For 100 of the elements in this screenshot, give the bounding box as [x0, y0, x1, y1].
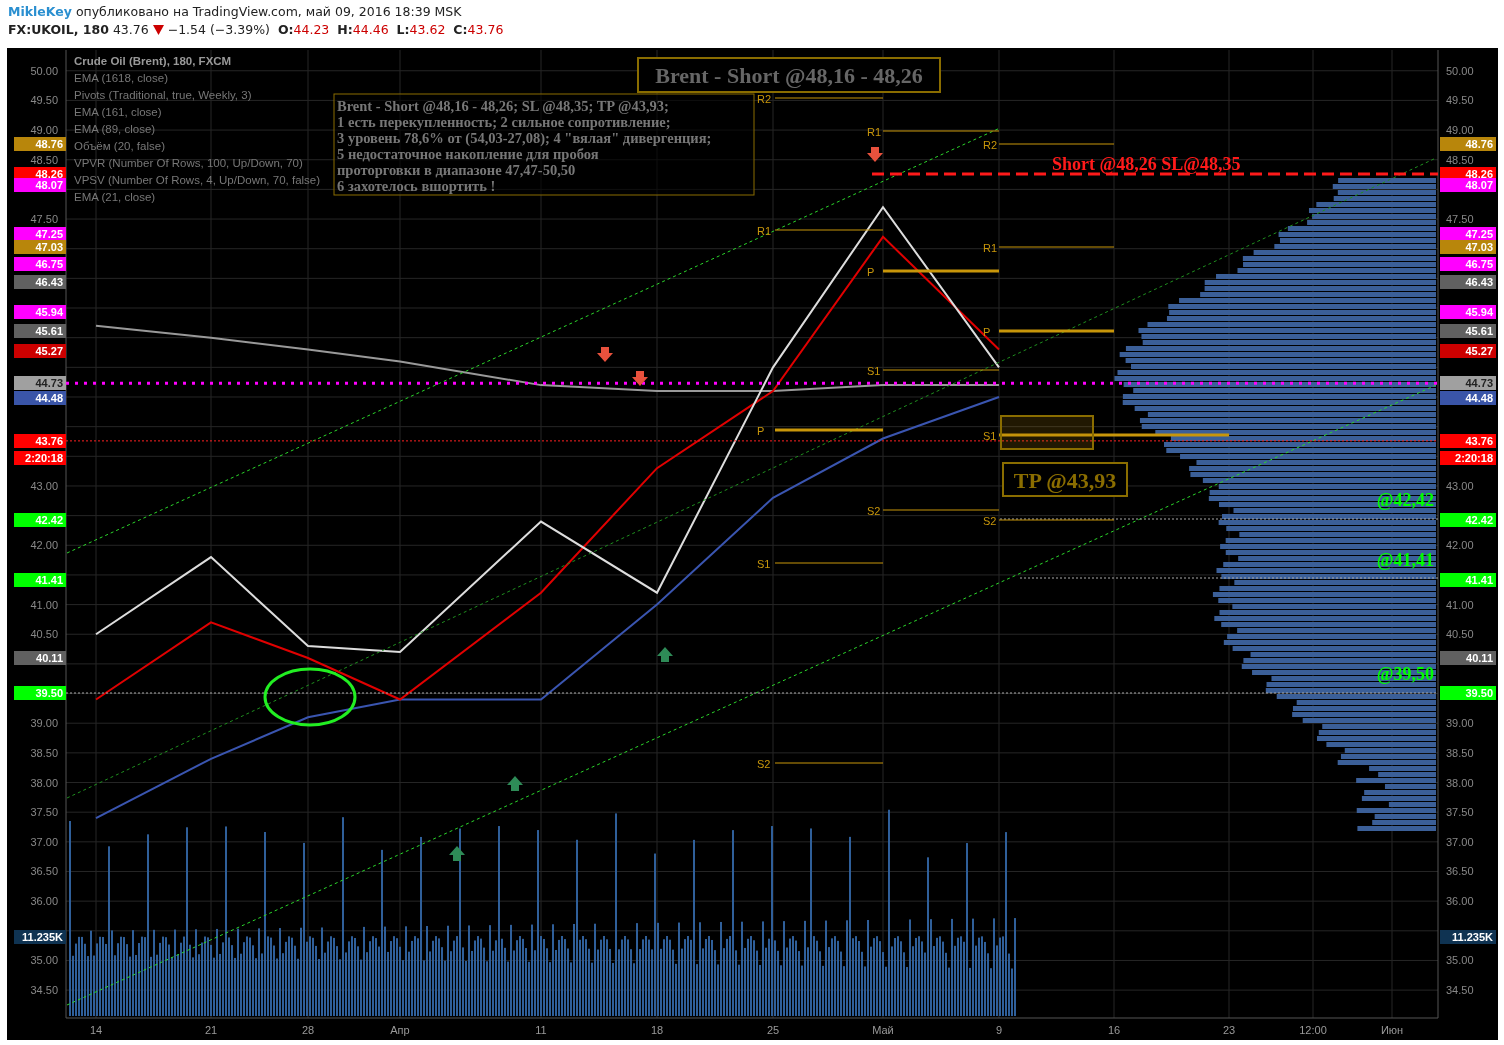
up-arrow-icon — [657, 647, 673, 662]
price-tag: 42.42 — [1440, 513, 1496, 527]
price-tag: 47.03 — [1440, 240, 1496, 254]
price-tag: 47.03 — [14, 240, 66, 254]
symbol-label: FX:UKOIL, 180 — [8, 21, 109, 39]
price-tag: 45.94 — [1440, 305, 1496, 319]
axis-tick-label: 40.50 — [1446, 628, 1474, 641]
axis-date-label: 9 — [995, 1024, 1003, 1036]
price-tag: 44.48 — [14, 391, 66, 405]
axis-tick-label: 43.00 — [30, 479, 58, 492]
down-arrow-icon — [632, 371, 648, 386]
axis-tick-label: 39.00 — [30, 717, 58, 730]
axis-tick-label: 48.50 — [1446, 153, 1474, 166]
axis-date-label: Май — [872, 1024, 894, 1036]
axis-tick-label: 37.00 — [30, 835, 58, 848]
price-tag: 45.61 — [14, 324, 66, 338]
published-text: опубликовано на TradingView.com, май 09, 2016 18:39 MSK — [75, 3, 462, 21]
pivot-label: R2 — [983, 139, 998, 151]
price-tag: 2:20:18 — [1440, 451, 1496, 465]
ohlc-value: C:43.76 — [453, 21, 504, 39]
axis-tick-label: 35.00 — [1446, 954, 1474, 967]
axis-tick-label: 35.00 — [30, 954, 58, 967]
price-tag: 11.235K — [1440, 930, 1496, 944]
axis-date-label: 23 — [1222, 1024, 1236, 1036]
ohlc-value: H:44.46 — [337, 21, 389, 39]
price-tag: 44.73 — [1440, 376, 1496, 390]
price-tag: 11.235K — [14, 930, 66, 944]
price-tag: 48.07 — [14, 178, 66, 192]
price-tag: 48.76 — [14, 137, 66, 151]
price-tag: 45.27 — [1440, 344, 1496, 358]
price-tag: 44.73 — [14, 376, 66, 390]
price-tag: 42.42 — [14, 513, 66, 527]
axis-tick-label: 36.50 — [30, 865, 58, 878]
axis-tick-label: 50.00 — [30, 64, 58, 77]
axis-tick-label: 37.00 — [1446, 835, 1474, 848]
axis-tick-label: 34.50 — [1446, 984, 1474, 997]
axis-tick-label: 48.50 — [30, 153, 58, 166]
note-annotation: Brent - Short @48,16 - 48,26; SL @48,35; TP @43,93; 1 есть перекупленность; 2 сильное сопротивление; 3 уровень 78,6% от (54,03-27,08); 4 "вялая" дивергенция; 5 недостаточное накопление для пробоя проторговки в диапазоне 47,47-50,50 6 захотелось вшортить ! — [333, 93, 755, 196]
price-tag: 46.75 — [1440, 257, 1496, 271]
axis-date-label: 12:00 — [1299, 1024, 1327, 1036]
axis-tick-label: 38.00 — [30, 776, 58, 789]
price-tag: 40.11 — [14, 651, 66, 665]
title-annotation: Brent - Short @48,16 - 48,26 — [637, 57, 941, 93]
price-tag: 45.94 — [14, 305, 66, 319]
price-tag: 47.25 — [1440, 227, 1496, 241]
price-tag: 40.11 — [1440, 651, 1496, 665]
price-tag: 41.41 — [1440, 573, 1496, 587]
pivot-label: R2 — [757, 93, 772, 105]
axis-tick-label: 40.50 — [30, 628, 58, 641]
price-tag: 39.50 — [14, 686, 66, 700]
axis-tick-label: 37.50 — [1446, 806, 1474, 819]
price-tag: 45.27 — [14, 344, 66, 358]
legend-item: Объём (20, false) — [74, 140, 165, 152]
axis-tick-label: 37.50 — [30, 806, 58, 819]
legend-item: Crude Oil (Brent), 180, FXCM — [74, 55, 232, 67]
axis-date-label: 16 — [1107, 1024, 1121, 1036]
price-tag: 46.43 — [14, 275, 66, 289]
price-tag: 41.41 — [14, 573, 66, 587]
author-link[interactable]: MikleKey — [8, 3, 72, 21]
axis-tick-label: 42.00 — [30, 539, 58, 552]
axis-tick-label: 49.00 — [1446, 124, 1474, 137]
legend-item: EMA (161, close) — [74, 106, 162, 118]
down-triangle-icon — [152, 25, 164, 35]
axis-tick-label: 38.50 — [30, 746, 58, 759]
ohlc-value: O:44.23 — [277, 21, 330, 39]
pivot-label: R1 — [983, 242, 998, 254]
axis-date-label: 11 — [535, 1024, 547, 1036]
axis-date-label: Апр — [390, 1024, 410, 1036]
pivot-label: R1 — [867, 126, 882, 138]
axis-tick-label: 36.00 — [30, 895, 58, 908]
axis-tick-label: 49.50 — [1446, 94, 1474, 107]
legend-item: EMA (1618, close) — [74, 72, 168, 84]
price-tag: 2:20:18 — [14, 451, 66, 465]
price-tag: 43.76 — [14, 434, 66, 448]
legend-item: VPVR (Number Of Rows, 100, Up/Down, 70) — [74, 157, 303, 169]
axis-tick-label: 41.00 — [1446, 598, 1474, 611]
short-annotation: Short @48,26 SL@48,35 — [1052, 154, 1241, 174]
last-price: 43.76 — [112, 21, 149, 39]
axis-tick-label: 34.50 — [30, 984, 58, 997]
axis-tick-label: 36.50 — [1446, 865, 1474, 878]
axis-date-label: 18 — [650, 1024, 664, 1036]
axis-tick-label: 50.00 — [1446, 64, 1474, 77]
price-tag: 46.75 — [14, 257, 66, 271]
price-tag: 43.76 — [1440, 434, 1496, 448]
price-tag: 39.50 — [1440, 686, 1496, 700]
pivot-label: P — [757, 425, 765, 437]
axis-tick-label: 41.00 — [30, 598, 58, 611]
pivot-label: S1 — [757, 558, 771, 570]
price-tag: 45.61 — [1440, 324, 1496, 338]
pivot-label: S2 — [983, 515, 997, 527]
pivot-label: S2 — [757, 758, 771, 770]
axis-tick-label: 47.50 — [1446, 213, 1474, 226]
axis-date-label: Июн — [1380, 1024, 1404, 1036]
axis-tick-label: 42.00 — [1446, 539, 1474, 552]
price-change: −1.54 (−3.39%) — [167, 21, 270, 39]
axis-date-label: 28 — [301, 1024, 315, 1036]
price-tag: 48.76 — [1440, 137, 1496, 151]
up-arrow-icon — [507, 776, 523, 791]
up-arrow-icon — [449, 846, 465, 861]
down-arrow-icon — [597, 347, 613, 362]
